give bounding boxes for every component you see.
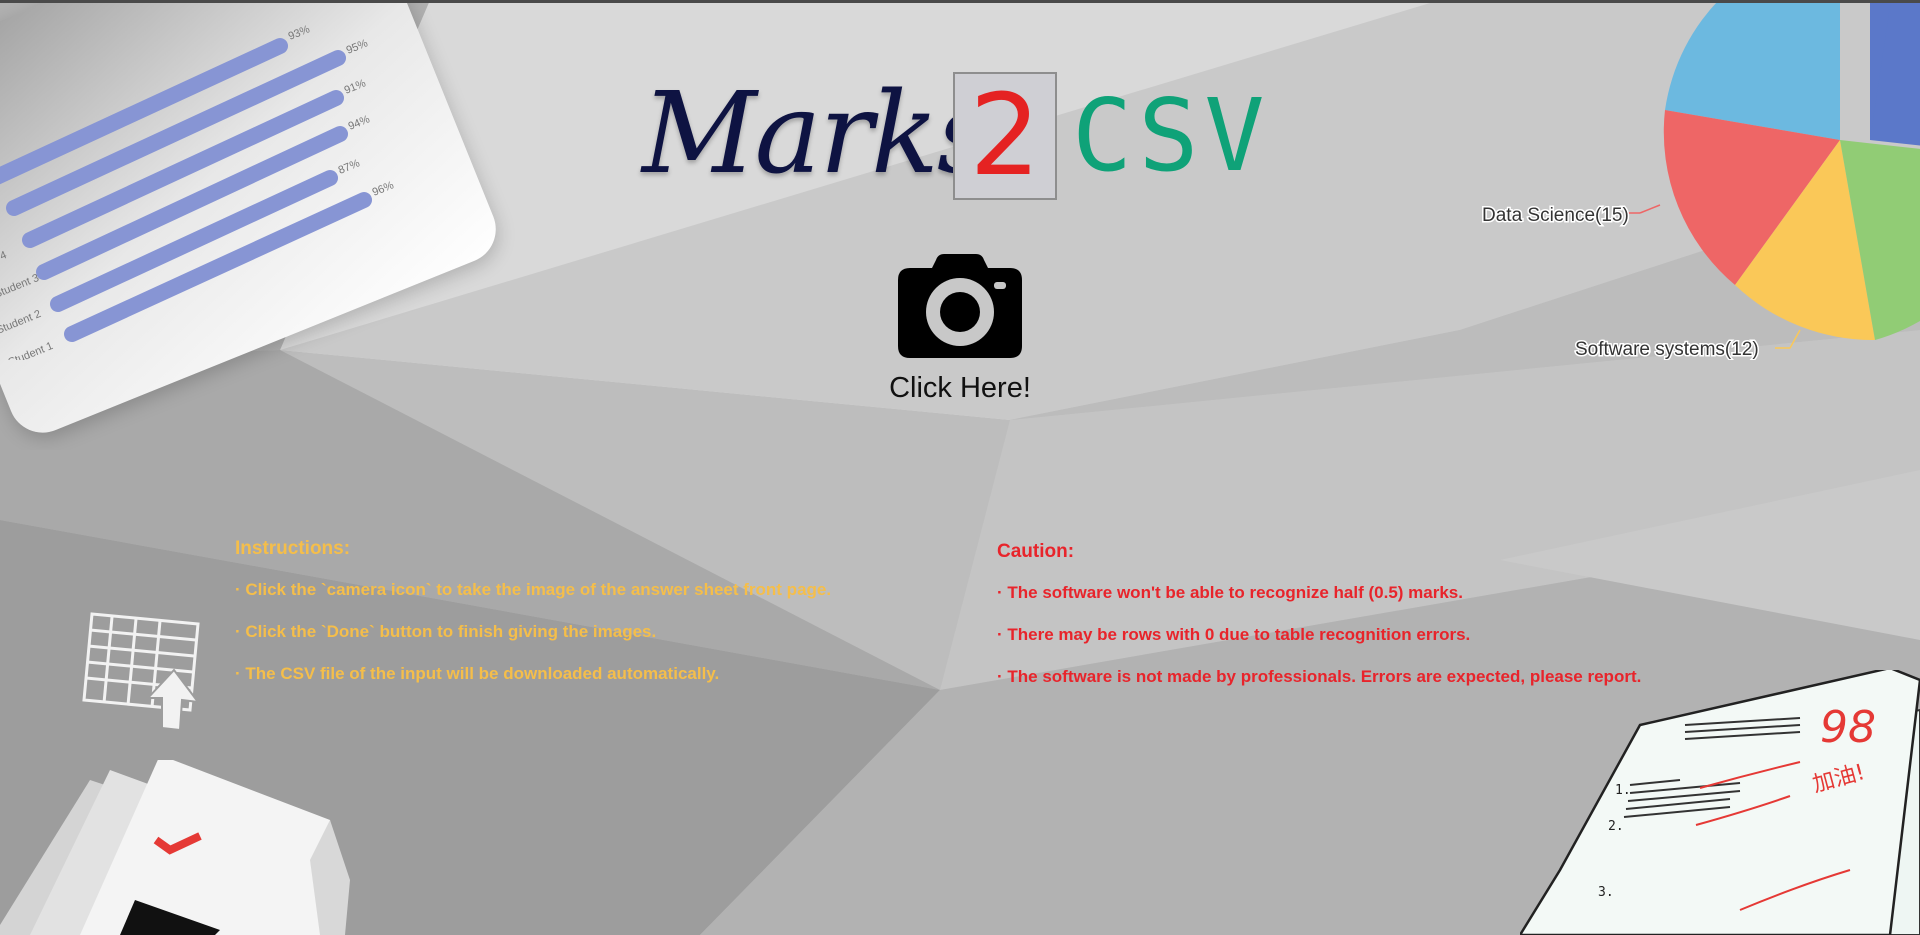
paper-score: 98 <box>1820 702 1876 753</box>
app-logo: Marks 2 CSV <box>640 70 1280 210</box>
decorative-bar-card: 93% 95% 91% 94% 87% 96% t 4 Student 3 St… <box>0 0 520 450</box>
svg-text:2.: 2. <box>1608 819 1624 834</box>
logo-two-text: 2 <box>969 71 1041 201</box>
svg-text:3.: 3. <box>1598 885 1614 900</box>
documents-illustration <box>0 760 350 935</box>
bar-pct-1: 93% <box>287 23 312 42</box>
logo-marks-text: Marks <box>642 69 994 199</box>
pie-label-software-systems: Software systems(12) <box>1575 339 1759 360</box>
bar-pct-4: 94% <box>347 113 372 132</box>
bar-pct-3: 91% <box>343 77 368 96</box>
logo-two-box: 2 <box>953 72 1057 200</box>
decorative-bar-chart: 93% 95% 91% 94% 87% 96% t 4 Student 3 St… <box>0 23 396 360</box>
top-border <box>0 0 1920 3</box>
pie-label-data-science: Data Science(15) <box>1482 205 1629 226</box>
instructions-list: · Click the `camera icon` to take the im… <box>235 580 831 684</box>
bar-pct-5: 87% <box>337 157 362 176</box>
camera-icon[interactable] <box>898 254 1022 358</box>
instruction-item: · Click the `camera icon` to take the im… <box>235 580 832 599</box>
caution-item: · There may be rows with 0 due to table … <box>997 625 1471 644</box>
instruction-item: · The CSV file of the input will be down… <box>235 664 720 683</box>
bar-student-4: t 4 <box>0 249 8 265</box>
caution-title: Caution: <box>997 541 1075 562</box>
bar-student-1: Student 1 <box>7 340 55 360</box>
marked-paper-illustration: 1. 2. 3. 98 加油! <box>1520 670 1920 935</box>
bar-student-3: Student 3 <box>0 272 41 301</box>
decorative-pie-chart: Data Science(15) Software systems(12) <box>1481 0 1920 360</box>
instructions-panel: Instructions: · Click the `camera icon` … <box>235 538 831 706</box>
camera-button-label[interactable]: Click Here! <box>880 372 1040 405</box>
table-upload-icon <box>82 612 201 730</box>
bar-pct-2: 95% <box>345 37 370 56</box>
bar-student-2: Student 2 <box>0 308 43 337</box>
bar-pct-6: 96% <box>371 179 396 198</box>
camera-button[interactable]: Click Here! <box>880 250 1040 412</box>
svg-text:1.: 1. <box>1615 783 1631 798</box>
caution-item: · The software won't be able to recogniz… <box>997 583 1463 602</box>
instructions-title: Instructions: <box>235 538 351 559</box>
instruction-item: · Click the `Done` button to finish givi… <box>235 622 657 641</box>
logo-csv-text: CSV <box>1072 77 1271 194</box>
